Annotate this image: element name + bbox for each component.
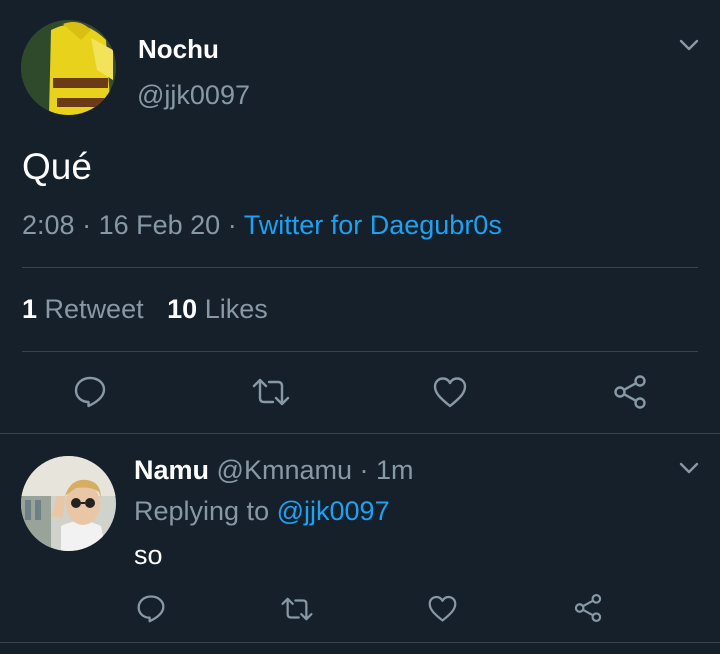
reply-author-handle[interactable]: @Kmnamu <box>217 455 352 485</box>
retweet-icon[interactable] <box>251 376 291 408</box>
section-divider <box>0 433 720 434</box>
replying-to-handle[interactable]: @jjk0097 <box>277 496 390 526</box>
reply-separator: · <box>359 455 369 485</box>
tweet-meta: 2:08 · 16 Feb 20 · Twitter for Daegubr0s <box>22 210 502 241</box>
tweet-source-link[interactable]: Twitter for Daegubr0s <box>244 210 502 240</box>
reply-time-ago: 1m <box>376 455 414 485</box>
meta-separator-2: · <box>227 210 237 240</box>
reply-share-icon[interactable] <box>573 593 603 623</box>
avatar[interactable] <box>21 20 116 115</box>
like-label: Likes <box>204 294 268 324</box>
reply-avatar[interactable] <box>21 456 116 551</box>
meta-separator: · <box>82 210 92 240</box>
replying-to: Replying to @jjk0097 <box>134 496 390 527</box>
reply-icon[interactable] <box>73 374 107 408</box>
tweet-time: 2:08 <box>22 210 75 240</box>
like-count: 10 <box>167 294 198 324</box>
retweet-label: Retweet <box>44 294 144 324</box>
author-name[interactable]: Nochu <box>138 34 219 65</box>
tweet-text: Qué <box>22 146 92 187</box>
reply-heart-icon[interactable] <box>427 594 458 623</box>
reply-text: so <box>134 540 163 570</box>
heart-icon[interactable] <box>432 375 468 409</box>
bottom-divider <box>0 642 720 643</box>
reply-header: Namu @Kmnamu · 1m <box>134 455 414 486</box>
reply-retweet-icon[interactable] <box>280 595 314 623</box>
reply-author-name[interactable]: Namu <box>134 455 209 485</box>
reply-chevron-down-icon[interactable] <box>678 460 700 476</box>
retweet-count: 1 <box>22 294 38 324</box>
likes-stat[interactable]: 10 Likes <box>167 294 268 324</box>
divider <box>22 351 698 352</box>
chevron-down-icon[interactable] <box>678 37 700 53</box>
author-handle[interactable]: @jjk0097 <box>137 80 250 111</box>
tweet-stats: 1 Retweet 10 Likes <box>22 294 268 325</box>
reply-reply-icon[interactable] <box>136 593 166 623</box>
retweets-stat[interactable]: 1 Retweet <box>22 294 151 324</box>
tweet-date: 16 Feb 20 <box>98 210 221 240</box>
share-icon[interactable] <box>612 374 648 410</box>
divider <box>22 267 698 268</box>
replying-to-label: Replying to <box>134 496 270 526</box>
